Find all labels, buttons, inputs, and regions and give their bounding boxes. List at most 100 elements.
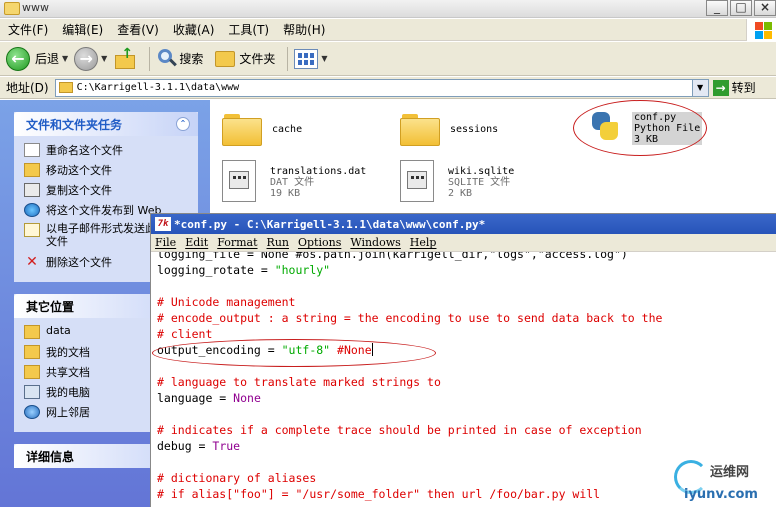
file-item-conf-py[interactable]: conf.py Python File 3 KB xyxy=(588,108,703,148)
code-line: # language to translate marked strings t… xyxy=(157,375,441,389)
file-name: conf.py xyxy=(634,112,677,123)
sqlite-file-icon xyxy=(400,160,434,202)
menu-windows[interactable]: Windows xyxy=(350,236,400,249)
forward-arrow-icon: → xyxy=(74,46,99,71)
file-size: 3 KB xyxy=(634,134,659,145)
code-line-output-encoding: output_encoding = "utf-8" #None xyxy=(157,343,373,357)
chevron-down-icon[interactable]: ▼ xyxy=(691,79,708,96)
up-folder-button[interactable]: ↑ xyxy=(113,45,137,73)
menu-help[interactable]: 帮助(H) xyxy=(283,21,325,38)
file-item-sessions[interactable]: sessions xyxy=(400,112,498,146)
file-type: Python File xyxy=(634,123,701,134)
file-item-cache[interactable]: cache xyxy=(222,112,302,146)
chevron-down-icon[interactable]: ▼ xyxy=(101,54,107,63)
text-caret xyxy=(371,343,373,356)
maximize-button[interactable]: □ xyxy=(730,0,752,16)
up-folder-icon: ↑ xyxy=(113,47,137,71)
code-line: # client xyxy=(157,327,213,341)
folders-button[interactable]: 文件夹 xyxy=(215,45,275,73)
rename-icon xyxy=(24,143,40,157)
code-line: logging_rotate = "hourly" xyxy=(157,263,331,277)
editor-titlebar: 7k *conf.py - C:\Karrigell-3.1.1\data\ww… xyxy=(151,214,776,234)
editor-menubar: File Edit Format Run Options Windows Hel… xyxy=(151,234,776,252)
menu-run[interactable]: Run xyxy=(267,236,289,249)
forward-button[interactable]: → ▼ xyxy=(74,45,107,73)
explorer-menubar: 文件(F) 编辑(E) 查看(V) 收藏(A) 工具(T) 帮助(H) xyxy=(0,19,776,41)
editor-title: *conf.py - C:\Karrigell-3.1.1\data\www\c… xyxy=(174,217,486,231)
folder-icon xyxy=(58,82,73,93)
task-rename[interactable]: 重命名这个文件 xyxy=(24,142,192,162)
task-label: 复制这个文件 xyxy=(46,184,112,197)
file-type: SQLITE 文件 xyxy=(448,177,511,188)
watermark-cn: 运维网 xyxy=(710,465,750,480)
menu-view[interactable]: 查看(V) xyxy=(117,21,159,38)
file-size: 19 KB xyxy=(270,188,301,199)
folder-icon xyxy=(222,112,262,146)
explorer-titlebar: www _ □ × xyxy=(0,0,776,18)
window-title: www xyxy=(22,1,49,14)
file-size: 2 KB xyxy=(448,188,473,199)
search-label: 搜索 xyxy=(179,52,204,66)
code-line: # Unicode management xyxy=(157,295,296,309)
details-title: 详细信息 xyxy=(26,449,75,464)
close-button[interactable]: × xyxy=(754,0,776,16)
file-name: sessions xyxy=(450,124,499,135)
task-label: 以电子邮件形式发送此文件 xyxy=(46,222,156,248)
python-file-icon xyxy=(588,108,622,148)
place-label: 我的电脑 xyxy=(46,386,90,399)
collapse-icon[interactable]: ⌃ xyxy=(176,117,190,131)
delete-icon: ✕ xyxy=(26,254,38,270)
file-name: translations.dat xyxy=(270,166,367,177)
chevron-down-icon[interactable]: ▼ xyxy=(321,54,327,63)
menu-edit[interactable]: Edit xyxy=(185,236,208,249)
task-label: 将这个文件发布到 Web xyxy=(46,204,162,217)
network-icon xyxy=(24,405,40,419)
menu-favorites[interactable]: 收藏(A) xyxy=(173,21,215,38)
my-documents-icon xyxy=(24,345,40,359)
search-button[interactable]: 搜索 xyxy=(156,45,203,73)
file-item-translations-dat[interactable]: translations.dat DAT 文件 19 KB xyxy=(222,160,366,202)
menu-file[interactable]: 文件(F) xyxy=(8,21,48,38)
menu-edit[interactable]: 编辑(E) xyxy=(62,21,103,38)
go-button[interactable]: → 转到 xyxy=(712,79,756,96)
code-line: language = None xyxy=(157,391,261,405)
back-arrow-icon: ← xyxy=(6,46,30,71)
task-label: 删除这个文件 xyxy=(46,256,112,269)
code-line: # encode_output : a string = the encodin… xyxy=(157,311,663,325)
task-copy[interactable]: 复制这个文件 xyxy=(24,182,192,202)
address-path: C:\Karrigell-3.1.1\data\www xyxy=(76,82,240,93)
file-name: cache xyxy=(272,124,303,135)
menu-format[interactable]: Format xyxy=(217,236,257,249)
move-icon xyxy=(24,163,40,177)
task-move[interactable]: 移动这个文件 xyxy=(24,162,192,182)
task-label: 移动这个文件 xyxy=(46,164,112,177)
file-tasks-header[interactable]: 文件和文件夹任务 ⌃ xyxy=(14,112,198,136)
place-label: 共享文档 xyxy=(46,366,90,379)
dat-file-icon xyxy=(222,160,256,202)
tk-icon: 7k xyxy=(155,217,171,231)
toolbar-separator xyxy=(287,46,289,71)
publish-web-icon xyxy=(24,203,40,217)
address-input[interactable]: C:\Karrigell-3.1.1\data\www ▼ xyxy=(54,78,709,97)
views-button[interactable]: ▼ xyxy=(294,45,328,73)
file-item-wiki-sqlite[interactable]: wiki.sqlite SQLITE 文件 2 KB xyxy=(400,160,514,202)
menu-options[interactable]: Options xyxy=(298,236,341,249)
copy-icon xyxy=(24,183,40,197)
code-line: logging_file = None #os.path.join(karrig… xyxy=(157,252,628,261)
chevron-down-icon[interactable]: ▼ xyxy=(62,54,68,63)
toolbar-separator xyxy=(149,46,151,71)
minimize-button[interactable]: _ xyxy=(706,0,728,16)
back-button[interactable]: ← 后退 ▼ xyxy=(6,45,68,73)
menu-tools[interactable]: 工具(T) xyxy=(228,21,269,38)
menu-help[interactable]: Help xyxy=(410,236,437,249)
address-bar: 地址(D) C:\Karrigell-3.1.1\data\www ▼ → 转到 xyxy=(0,77,776,99)
code-line: # indicates if a complete trace should b… xyxy=(157,423,642,437)
file-tasks-title: 文件和文件夹任务 xyxy=(26,117,123,132)
code-line: debug = True xyxy=(157,439,241,453)
go-label: 转到 xyxy=(731,81,756,95)
other-places-title: 其它位置 xyxy=(26,299,75,314)
menu-file[interactable]: File xyxy=(155,236,176,249)
folder-icon xyxy=(4,2,20,15)
views-icon xyxy=(294,48,319,69)
